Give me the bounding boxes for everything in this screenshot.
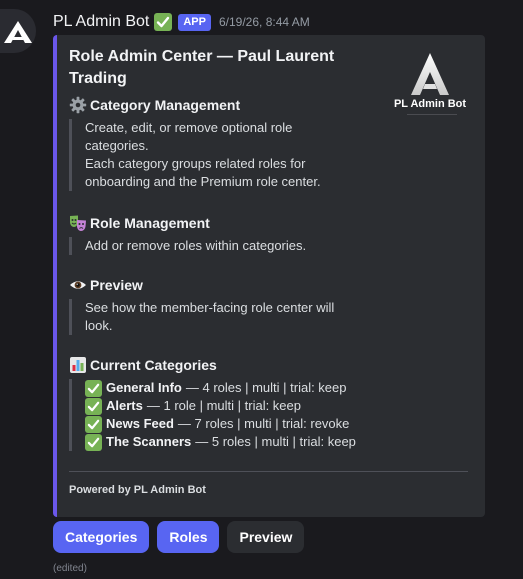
gear-icon bbox=[69, 96, 87, 114]
category-row: Alerts — 1 role | multi | trial: keep bbox=[85, 397, 359, 415]
app-badge: APP bbox=[178, 13, 211, 31]
field-line: Add or remove roles within categories. bbox=[85, 238, 307, 253]
field-quote: Create, edit, or remove optional role ca… bbox=[69, 119, 345, 191]
field-current-categories: Current Categories General Info — 4 role… bbox=[69, 356, 359, 451]
check-mark-icon bbox=[85, 379, 102, 397]
field-quote: General Info — 4 roles | multi | trial: … bbox=[69, 379, 359, 451]
field-category-management: Category Management Create, edit, or rem… bbox=[69, 96, 359, 191]
field-name: Category Management bbox=[90, 97, 241, 113]
category-name: The Scanners bbox=[106, 434, 192, 449]
field-quote: Add or remove roles within categories. bbox=[69, 237, 359, 255]
message-header: PL Admin Bot APP 6/19/26, 8:44 AM bbox=[53, 10, 310, 34]
field-name: Role Management bbox=[90, 215, 210, 231]
field-quote: See how the member-facing role center wi… bbox=[69, 299, 350, 335]
roles-button[interactable]: Roles bbox=[157, 521, 220, 553]
field-line: Create, edit, or remove optional role ca… bbox=[85, 120, 293, 153]
category-name: Alerts bbox=[106, 398, 143, 413]
category-row: The Scanners — 5 roles | multi | trial: … bbox=[85, 433, 359, 451]
category-name: News Feed bbox=[106, 416, 174, 431]
field-name: Current Categories bbox=[90, 357, 217, 373]
thumbnail-underline bbox=[407, 114, 457, 118]
field-title: Preview bbox=[69, 276, 359, 294]
check-mark-icon bbox=[154, 13, 173, 31]
field-role-management: Role Management Add or remove roles with… bbox=[69, 214, 359, 255]
check-mark-icon bbox=[85, 415, 102, 433]
category-detail: — 4 roles | multi | trial: keep bbox=[185, 380, 347, 395]
field-preview: Preview See how the member-facing role c… bbox=[69, 276, 359, 335]
logo-a-icon bbox=[4, 21, 32, 43]
check-mark-icon bbox=[85, 397, 102, 415]
embed-title: Role Admin Center — Paul Laurent Trading bbox=[69, 48, 335, 87]
category-detail: — 5 roles | multi | trial: keep bbox=[195, 434, 356, 449]
action-row: Categories Roles Preview bbox=[53, 521, 305, 553]
category-detail: — 7 roles | multi | trial: revoke bbox=[177, 416, 350, 431]
eye-icon bbox=[69, 276, 87, 294]
categories-button[interactable]: Categories bbox=[53, 521, 150, 553]
bot-avatar[interactable] bbox=[0, 9, 36, 53]
field-line: See how the member-facing role center wi… bbox=[85, 300, 335, 333]
field-title: Current Categories bbox=[69, 356, 359, 374]
category-row: General Info — 4 roles | multi | trial: … bbox=[85, 379, 359, 397]
username[interactable]: PL Admin Bot bbox=[53, 13, 149, 31]
field-line: Each category groups related roles for o… bbox=[85, 156, 321, 189]
logo-a-icon bbox=[411, 53, 449, 95]
edited-label: (edited) bbox=[53, 563, 87, 574]
category-row: News Feed — 7 roles | multi | trial: rev… bbox=[85, 415, 359, 433]
field-name: Preview bbox=[90, 277, 143, 293]
category-name: General Info bbox=[106, 380, 182, 395]
masks-icon bbox=[69, 214, 87, 232]
timestamp: 6/19/26, 8:44 AM bbox=[218, 15, 310, 29]
preview-button[interactable]: Preview bbox=[227, 521, 305, 553]
field-title: Category Management bbox=[69, 96, 359, 114]
embed-thumbnail: PL Admin Bot bbox=[387, 51, 473, 123]
embed-card: Role Admin Center — Paul Laurent Trading… bbox=[53, 35, 485, 517]
bar-chart-icon bbox=[69, 356, 87, 374]
field-title: Role Management bbox=[69, 214, 359, 232]
check-mark-icon bbox=[85, 433, 102, 451]
embed-divider bbox=[69, 471, 468, 472]
embed-footer: Powered by PL Admin Bot bbox=[69, 484, 206, 496]
thumbnail-text: PL Admin Bot bbox=[393, 98, 467, 110]
bot-message: PL Admin Bot APP 6/19/26, 8:44 AM Role A… bbox=[0, 0, 523, 579]
category-detail: — 1 role | multi | trial: keep bbox=[146, 398, 301, 413]
